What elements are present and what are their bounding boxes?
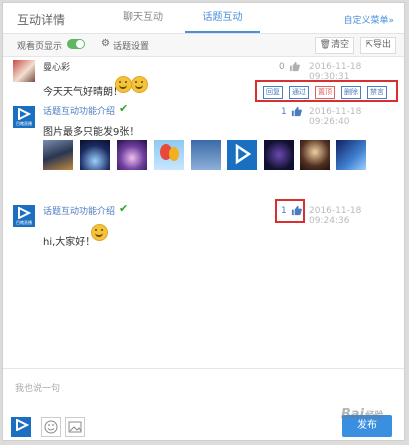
- verified-check-icon: ✔: [119, 102, 129, 115]
- thumbs-up-icon[interactable]: [291, 106, 302, 117]
- tab-chat-interaction[interactable]: 聊天互动: [103, 3, 183, 33]
- clear-button[interactable]: 🗑清空: [314, 37, 354, 54]
- brand-label: 目睹直播: [16, 220, 32, 225]
- tab-topic-interaction[interactable]: 话题互动: [185, 3, 260, 33]
- brand-label: 目睹直播: [16, 121, 32, 126]
- play-logo-icon: [235, 143, 252, 165]
- post-image-thumbnail[interactable]: [264, 140, 294, 170]
- emoji-picker-icon[interactable]: [41, 417, 61, 437]
- post-text: 图片最多只能发9张！: [43, 127, 140, 138]
- post-author[interactable]: 话题互动功能介绍: [43, 104, 115, 117]
- balloon-icon: [160, 144, 179, 161]
- export-button[interactable]: ⇱导出: [360, 37, 396, 54]
- post-text: hi,大家好！: [43, 237, 96, 248]
- post-image-thumbnail[interactable]: [43, 140, 73, 170]
- avatar: [13, 60, 35, 82]
- play-logo-icon: [18, 108, 31, 120]
- post-text: 今天天气好晴朗！: [43, 87, 123, 98]
- thumbs-up-icon[interactable]: [289, 61, 300, 72]
- thumbs-up-icon[interactable]: [291, 205, 302, 216]
- pin-button[interactable]: 置顶: [315, 86, 335, 99]
- topic-interaction-panel: 互动详情 聊天互动 话题互动 自定义菜单» 观看页显示 ⚙ 话题设置 🗑清空 ⇱…: [2, 2, 405, 441]
- post-author[interactable]: 曼心彩: [43, 60, 70, 73]
- smiley-emoji-icon: [91, 224, 108, 241]
- post-image-thumbnail[interactable]: [80, 140, 110, 170]
- avatar: 目睹直播: [13, 205, 35, 227]
- verified-check-icon: ✔: [119, 202, 129, 215]
- watermark-logo: Bai经验: [340, 407, 382, 422]
- like-count: 1: [281, 107, 287, 117]
- mute-button[interactable]: 禁言: [367, 86, 387, 99]
- comment-composer: 我也说一句 发布: [3, 368, 404, 440]
- custom-menu-link[interactable]: 自定义菜单»: [343, 13, 394, 26]
- play-logo-icon: [18, 207, 31, 219]
- image-upload-icon[interactable]: [65, 417, 85, 437]
- smiley-emoji-icon: [115, 76, 132, 93]
- play-logo-icon: [16, 419, 29, 431]
- post-image-thumbnail[interactable]: [154, 140, 184, 170]
- post-author[interactable]: 话题互动功能介绍: [43, 204, 115, 217]
- like-count: 1: [281, 206, 287, 216]
- post-image-thumbnail[interactable]: [300, 140, 330, 170]
- panel-title: 互动详情: [17, 13, 66, 27]
- post-timestamp: 2016-11-18 09:26:40: [309, 107, 362, 127]
- post-image-thumbnail[interactable]: [117, 140, 147, 170]
- moderation-actions-highlight: 回复 通过 置顶 删除 禁言: [255, 80, 398, 102]
- post-image-thumbnail[interactable]: [336, 140, 366, 170]
- approve-button[interactable]: 通过: [289, 86, 309, 99]
- post-image-thumbnail[interactable]: [227, 140, 257, 170]
- topic-settings-button[interactable]: 话题设置: [113, 39, 149, 52]
- watch-page-display-toggle[interactable]: [67, 39, 85, 49]
- topic-toolbar: 观看页显示 ⚙ 话题设置 🗑清空 ⇱导出: [3, 34, 404, 57]
- reply-button[interactable]: 回复: [263, 86, 283, 99]
- smiley-emoji-icon: [131, 76, 148, 93]
- post-image-thumbnail[interactable]: [191, 140, 221, 170]
- post-timestamp: 2016-11-18 09:24:36: [309, 206, 362, 226]
- like-highlight: 1: [275, 199, 305, 223]
- like-count: 0: [279, 62, 285, 72]
- avatar: [11, 417, 31, 437]
- watch-page-display-label: 观看页显示: [17, 42, 63, 52]
- export-icon: ⇱: [365, 40, 373, 50]
- trash-icon: 🗑: [319, 40, 331, 50]
- comment-input[interactable]: 我也说一句: [15, 381, 60, 394]
- delete-button[interactable]: 删除: [341, 86, 361, 99]
- avatar: 目睹直播: [13, 106, 35, 128]
- gear-icon[interactable]: ⚙: [101, 38, 110, 49]
- post-timestamp: 2016-11-18 09:30:31: [309, 62, 362, 82]
- panel-header: 互动详情 聊天互动 话题互动 自定义菜单»: [3, 3, 404, 34]
